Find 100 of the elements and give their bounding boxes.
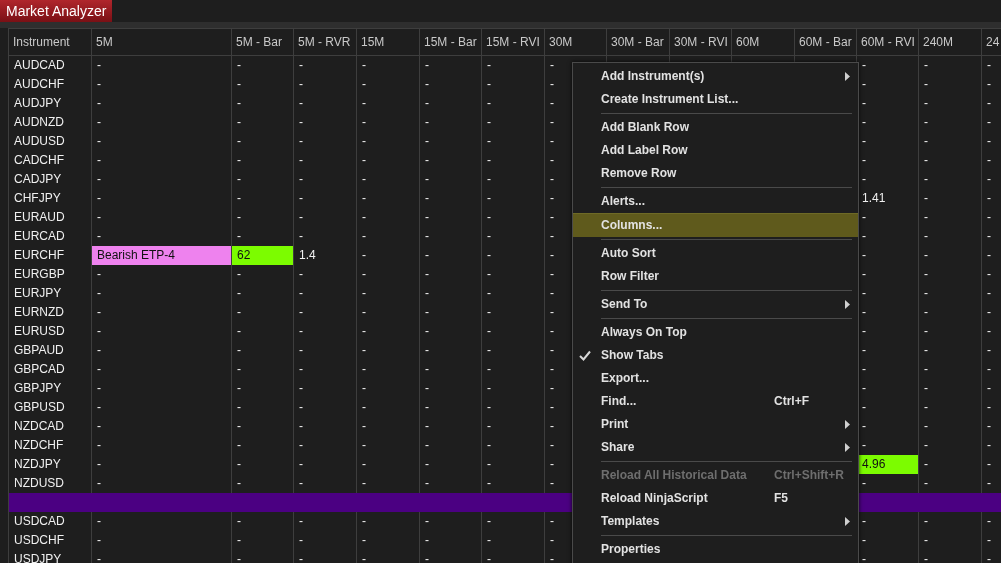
table-cell: - [232,379,294,398]
instrument-cell: EURAUD [9,208,92,227]
table-cell: - [420,550,482,563]
table-cell: - [232,265,294,284]
table-cell: - [92,322,232,341]
table-cell: - [420,132,482,151]
table-cell: 62 [232,246,294,265]
table-cell: - [982,455,1001,474]
table-cell: 1.4 [294,246,357,265]
table-cell: - [919,417,982,436]
instrument-cell: AUDCAD [9,56,92,75]
table-cell: - [294,531,357,550]
table-cell: - [420,227,482,246]
table-cell: - [357,284,420,303]
table-cell: - [482,417,545,436]
column-header[interactable]: 5M - Bar [232,29,294,56]
table-cell: - [982,398,1001,417]
table-cell: - [357,265,420,284]
instrument-cell: USDJPY [9,550,92,563]
table-cell: - [982,208,1001,227]
table-cell: - [92,303,232,322]
table-cell: - [232,75,294,94]
table-cell: - [420,360,482,379]
table-cell: - [357,170,420,189]
table-cell: - [92,455,232,474]
table-cell: - [294,379,357,398]
table-cell: - [420,303,482,322]
column-header[interactable]: 15M - Bar [420,29,482,56]
column-header[interactable]: 5M [92,29,232,56]
column-header[interactable]: 240M [919,29,982,56]
column-header[interactable]: 5M - RVR [294,29,357,56]
table-cell: - [482,94,545,113]
menu-item[interactable]: Columns... [573,213,858,237]
table-cell: - [232,360,294,379]
table-cell: - [919,75,982,94]
table-cell: - [232,455,294,474]
column-header[interactable]: 30M - RVI [670,29,732,56]
table-cell: - [420,417,482,436]
column-header[interactable]: 60M - RVI [857,29,919,56]
table-cell: - [982,284,1001,303]
column-header[interactable]: 30M [545,29,607,56]
table-cell: - [294,56,357,75]
table-cell: - [919,151,982,170]
submenu-arrow-icon [845,517,850,526]
table-cell: - [482,436,545,455]
table-cell: - [420,265,482,284]
table-cell: - [420,170,482,189]
table-cell: - [357,360,420,379]
table-cell: - [92,417,232,436]
table-cell: - [482,75,545,94]
table-cell: - [294,75,357,94]
table-cell: - [919,550,982,563]
table-cell: - [982,341,1001,360]
table-cell: - [919,170,982,189]
table-cell: - [92,151,232,170]
table-cell: - [919,265,982,284]
instrument-cell: GBPCAD [9,360,92,379]
table-cell: - [357,151,420,170]
instrument-cell: EURCAD [9,227,92,246]
instrument-cell: AUDCHF [9,75,92,94]
table-cell: - [294,550,357,563]
table-cell: - [420,151,482,170]
table-cell: - [357,189,420,208]
table-cell: - [982,436,1001,455]
table-cell: - [232,189,294,208]
instrument-cell: GBPUSD [9,398,92,417]
table-cell: - [92,341,232,360]
shortcut-label: Ctrl+Shift+R [774,467,844,484]
table-cell: - [92,208,232,227]
table-cell: - [482,170,545,189]
table-cell: - [982,360,1001,379]
table-cell: - [232,94,294,113]
column-header[interactable]: 15M [357,29,420,56]
table-cell: - [294,417,357,436]
instrument-cell: EURGBP [9,265,92,284]
table-cell: - [982,512,1001,531]
table-cell: - [294,512,357,531]
table-cell: - [232,208,294,227]
table-cell: - [482,398,545,417]
column-header[interactable]: 60M [732,29,795,56]
table-cell: - [919,189,982,208]
column-header[interactable]: 15M - RVI [482,29,545,56]
column-header[interactable]: 30M - Bar [607,29,670,56]
instrument-cell: CADJPY [9,170,92,189]
table-cell: - [92,360,232,379]
column-header[interactable]: Instrument [9,29,92,56]
table-cell: - [92,379,232,398]
column-header[interactable]: 24 [982,29,1001,56]
column-header[interactable]: 60M - Bar [795,29,857,56]
window-tab[interactable]: Market Analyzer [0,0,113,22]
table-cell: - [982,265,1001,284]
table-cell: - [982,227,1001,246]
table-cell: - [92,436,232,455]
table-cell: - [482,56,545,75]
instrument-cell: USDCAD [9,512,92,531]
table-cell: - [919,303,982,322]
table-cell: - [919,284,982,303]
table-cell: - [982,189,1001,208]
table-cell: - [357,379,420,398]
table-cell: - [919,227,982,246]
